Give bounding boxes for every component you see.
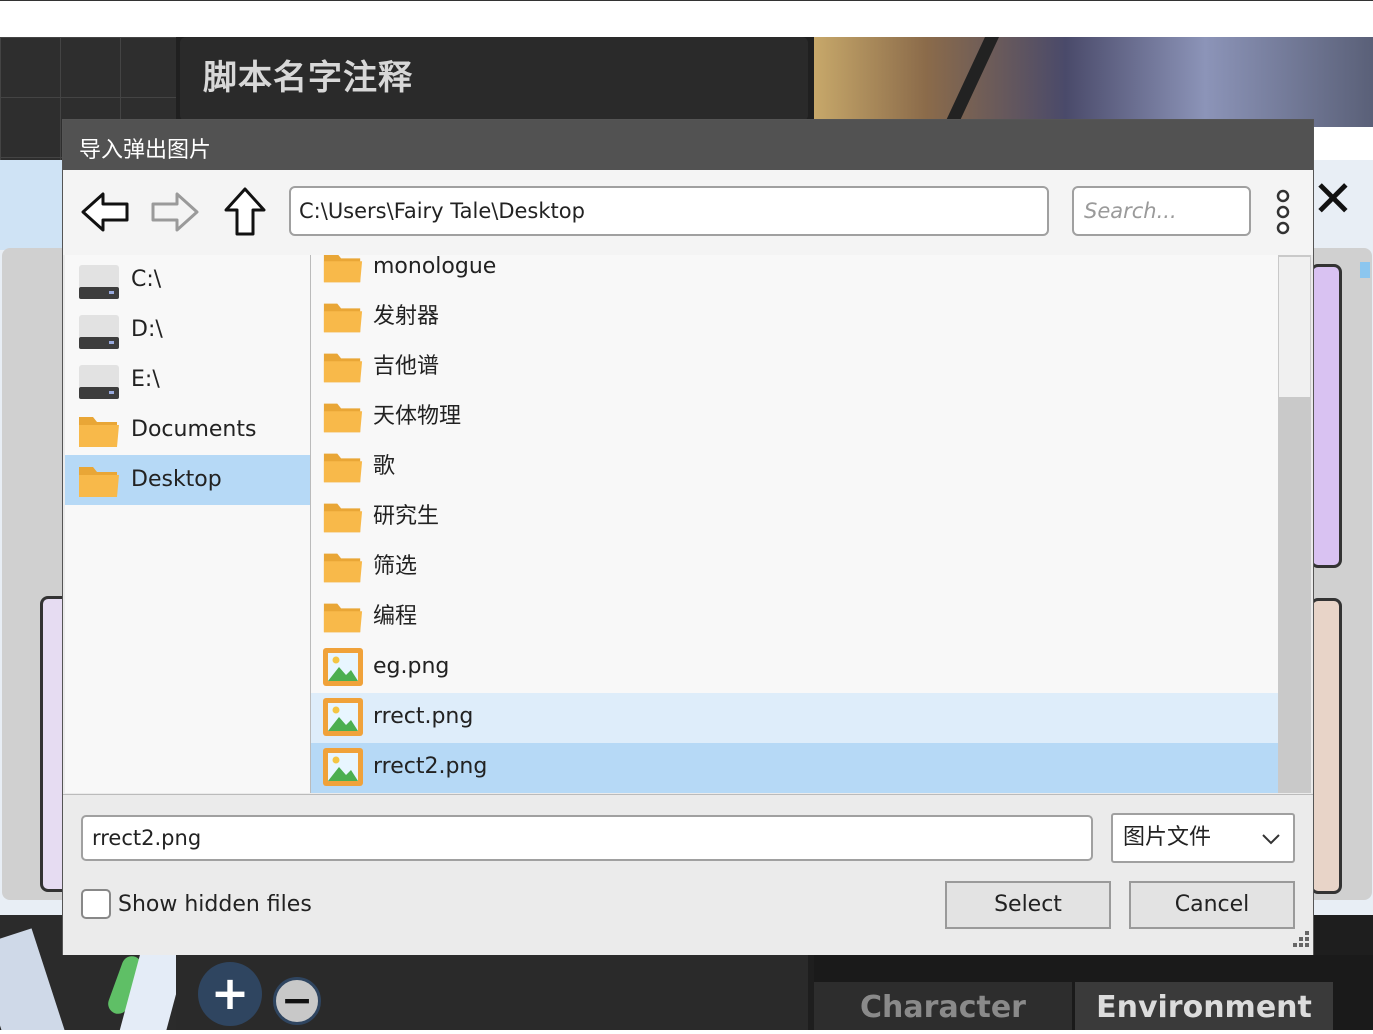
background-card [1310,598,1342,894]
image-file-icon [323,748,363,786]
list-item[interactable]: rrect2.png [311,743,1278,793]
file-name: eg.png [373,654,450,679]
file-list[interactable]: monologue 发射器 吉他谱 天体物理 歌 研究生 筛选 编程 eg.pn… [311,255,1278,793]
sidebar-item-documents[interactable]: Documents [65,405,310,455]
places-sidebar: C:\ D:\ E:\ Documents Desktop [65,255,311,793]
resize-grip-icon[interactable] [1287,929,1311,953]
list-item[interactable]: monologue [311,255,1278,293]
folder-icon [323,403,363,433]
sidebar-item-c-drive[interactable]: C:\ [65,255,310,305]
file-name: 编程 [373,604,418,629]
folder-icon [323,353,363,383]
dialog-titlebar[interactable]: 导入弹出图片 [63,120,1313,170]
sidebar-item-label: E:\ [131,367,160,392]
background-marker [1360,262,1370,278]
background-card [1310,264,1342,568]
folder-icon [323,553,363,583]
filename-input[interactable]: rrect2.png [81,815,1093,861]
drive-icon [79,315,119,349]
file-name: 吉他谱 [373,354,440,379]
file-name: rrect2.png [373,754,488,779]
sidebar-item-label: C:\ [131,267,162,292]
sidebar-item-label: Documents [131,417,257,442]
sidebar-item-d-drive[interactable]: D:\ [65,305,310,355]
path-input[interactable]: C:\Users\Fairy Tale\Desktop [289,186,1049,236]
folder-icon [323,453,363,483]
image-file-icon [323,648,363,686]
list-item[interactable]: rrect.png [311,693,1278,743]
list-item[interactable]: 编程 [311,593,1278,643]
file-name: 歌 [373,454,396,479]
folder-icon [323,503,363,533]
forward-arrow-icon[interactable] [149,186,201,238]
file-type-select[interactable]: 图片文件 [1111,813,1295,863]
back-arrow-icon[interactable] [79,186,131,238]
sidebar-item-label: Desktop [131,467,222,492]
drive-icon [79,265,119,299]
tab-character[interactable]: Character [814,982,1072,1030]
drive-icon [79,365,119,399]
folder-icon [323,303,363,333]
file-name: 天体物理 [373,404,462,429]
tab-environment[interactable]: Environment [1075,982,1333,1030]
sidebar-item-e-drive[interactable]: E:\ [65,355,310,405]
file-name: 研究生 [373,504,440,529]
background-panel-title: 脚本名字注释 [203,58,413,98]
list-item[interactable]: 发射器 [311,293,1278,343]
list-item[interactable]: eg.png [311,643,1278,693]
file-name: 筛选 [373,554,418,579]
file-type-value: 图片文件 [1123,825,1212,850]
list-item[interactable]: 研究生 [311,493,1278,543]
folder-icon [79,417,119,447]
cancel-button[interactable]: Cancel [1129,881,1295,929]
file-name: rrect.png [373,704,474,729]
folder-icon [79,467,119,497]
scrollbar-thumb[interactable] [1279,257,1310,397]
sidebar-item-desktop[interactable]: Desktop [65,455,310,505]
more-options-icon[interactable] [1269,188,1297,236]
file-name: 发射器 [373,304,440,329]
show-hidden-checkbox[interactable] [81,889,111,919]
file-list-scrollbar[interactable] [1278,255,1311,793]
folder-icon [323,603,363,633]
file-dialog: 导入弹出图片 C:\Users\Fairy Tale\Desktop Searc… [63,120,1313,955]
image-file-icon [323,698,363,736]
select-button[interactable]: Select [945,881,1111,929]
add-button[interactable]: + [198,962,262,1026]
dialog-title: 导入弹出图片 [79,138,212,163]
list-item[interactable]: 筛选 [311,543,1278,593]
show-hidden-label[interactable]: Show hidden files [118,889,312,921]
close-icon[interactable]: ✕ [1308,174,1358,224]
sidebar-item-label: D:\ [131,317,163,342]
background-footer-bar [176,955,808,1030]
up-arrow-icon[interactable] [219,186,271,238]
chevron-down-icon [1262,834,1280,845]
file-name: monologue [373,255,497,279]
list-item[interactable]: 歌 [311,443,1278,493]
list-item[interactable]: 吉他谱 [311,343,1278,393]
background-artwork [814,37,1373,127]
folder-icon [323,255,363,283]
search-input[interactable]: Search... [1072,186,1251,236]
remove-button[interactable]: − [273,977,321,1025]
top-bar [0,0,1373,38]
list-item[interactable]: 天体物理 [311,393,1278,443]
dialog-footer: rrect2.png 图片文件 Show hidden files Select… [63,794,1313,955]
background-strip [0,160,70,250]
